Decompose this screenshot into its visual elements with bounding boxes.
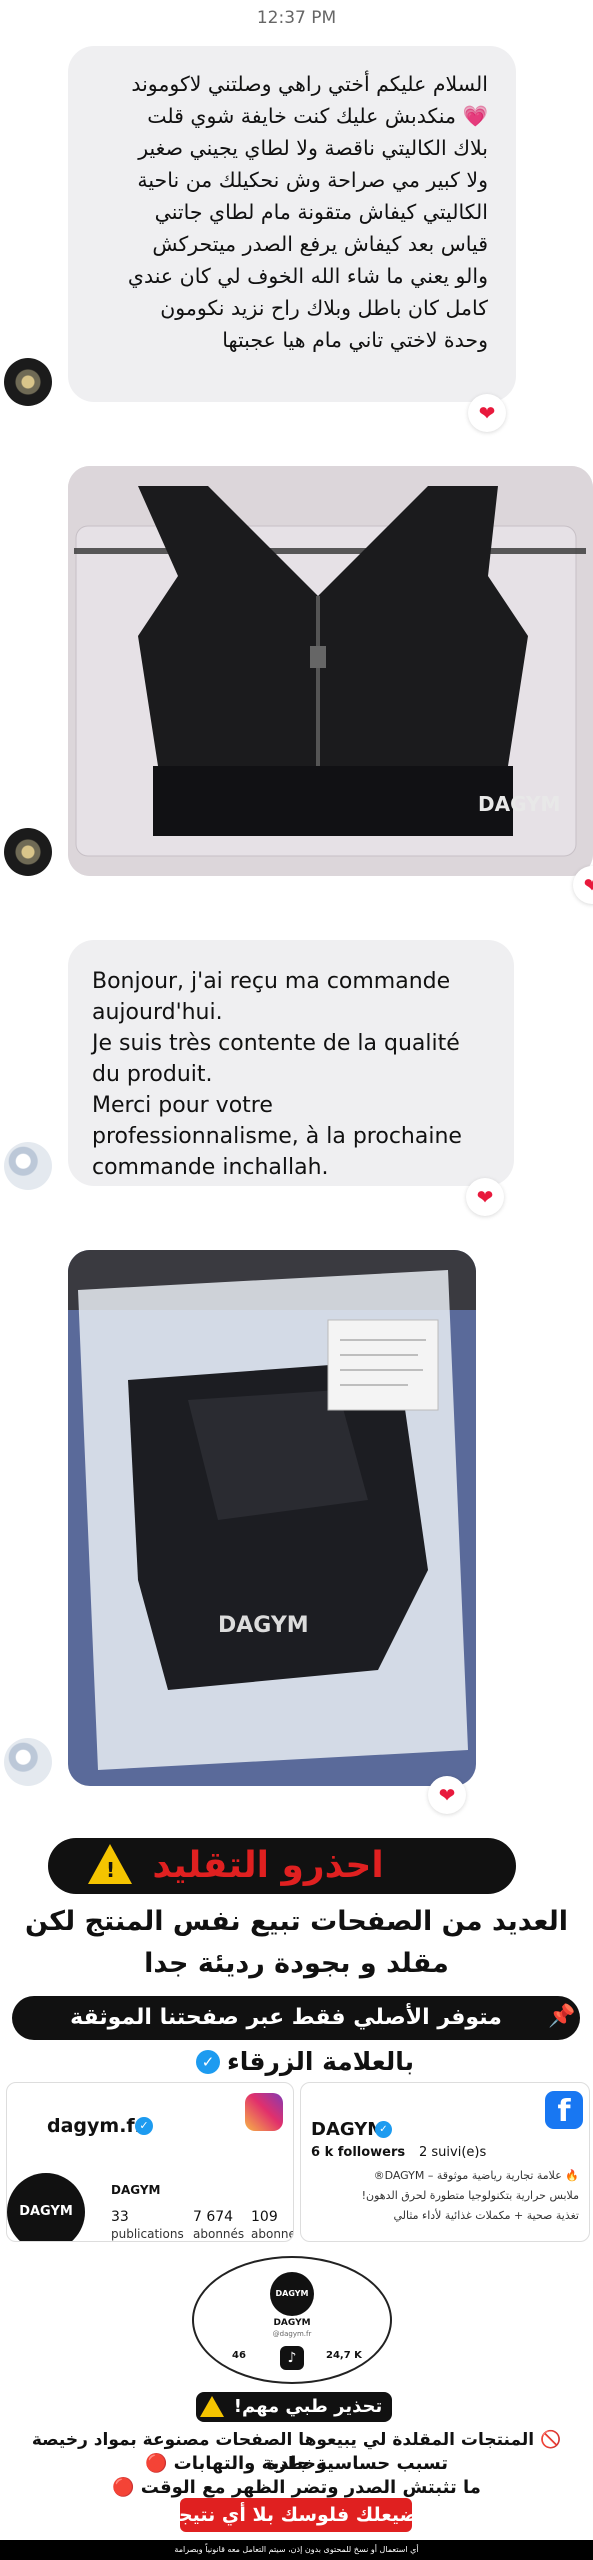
sender-avatar[interactable] [4,1142,52,1190]
facebook-bio-line: 🔥 علامة تجارية رياضية موثوقة – DAGYM® [373,2169,579,2182]
publications-label: publications [111,2227,184,2241]
verified-badge-icon: ✓ [196,2050,220,2074]
facebook-card[interactable]: f DAGYM ✓ 6 k followers 2 suivi(e)s 🔥 عل… [300,2082,590,2242]
warning-title: احذرو التقليد [152,1845,384,1886]
instagram-card[interactable]: dagym.fr ✓ DAGYM DAGYM 33 publications 7… [6,2082,294,2242]
message-line: Merci pour votre [92,1093,273,1118]
verified-badge-icon: ✓ [135,2117,153,2135]
heart-reaction[interactable]: ❤ [428,1776,466,1814]
copyright-footer: أي استعمال أو نسخ للمحتوى بدون إذن، سيتم… [0,2540,593,2560]
status-time: 12:37 PM [256,8,337,28]
facebook-bio-line: ملابس حرارية بتكنولوجيا متطورة لحرق الده… [361,2189,579,2202]
product-photo[interactable]: DAGYM [68,466,593,876]
instagram-handle: dagym.fr [47,2115,145,2137]
message-line: Bonjour, j'ai reçu ma commande [92,969,451,994]
product-photo[interactable]: DAGYM [68,1250,476,1786]
followers-label: abonnés [193,2227,245,2241]
message-text: Bonjour, j'ai reçu ma commande aujourd'h… [68,940,514,1183]
following-label: abonnements [251,2227,293,2241]
blue-badge-line: بالعلامة الزرقاء [226,2047,415,2076]
message-line: قياس بعد كيفاش يرفع الصدر ميتحركش [152,232,488,256]
message-line: 💗 منكدبش عليك كنت خايفة شوي قلت [147,104,488,128]
sender-avatar[interactable] [4,828,52,876]
message-bubble[interactable]: Bonjour, j'ai reçu ma commande aujourd'h… [68,940,514,1186]
message-line: Je suis très contente de la qualité [92,1031,460,1056]
tiktok-following: 46 [232,2350,246,2361]
warning-line-2: مقلد و بجودة رديئة جدا [144,1948,449,1979]
message-bubble[interactable]: السلام عليكم أختي راهي وصلتني لاكوموند 💗… [68,46,516,402]
message-line: ولا كبير مي صراحة وش نحكيلك من ناحية [137,168,488,192]
message-line: du produit. [92,1062,213,1087]
following-count: 109 [251,2209,278,2225]
verified-badge-icon: ✓ [375,2121,392,2138]
message-line: كامل كان باطل وبلاك راح نزيد نكومون [160,296,488,320]
instagram-avatar: DAGYM [7,2173,85,2241]
sender-avatar[interactable] [4,358,52,406]
facebook-bio-line: تغذية صحية + مكملات غذائية لأداء مثالي [393,2209,579,2222]
facebook-followers: 6 k followers [311,2145,406,2160]
sender-avatar[interactable] [4,1738,52,1786]
tiktok-name: DAGYM [273,2318,311,2328]
followers-count: 7 674 [193,2209,234,2225]
bra-image: DAGYM [68,466,593,876]
tiktok-icon: ♪ [280,2346,304,2370]
message-line: aujourd'hui. [92,1000,223,1025]
facebook-following: 2 suivi(e)s [419,2145,487,2160]
caution-line: تسبب حساسية جلدية والتهابات 🔴 [144,2453,449,2474]
facebook-icon: f [545,2091,583,2129]
heart-reaction[interactable]: ❤ [468,394,506,432]
brand-print: DAGYM [218,1613,309,1638]
warning-line-1: العديد من الصفحات تبيع نفس المنتج لكن [24,1906,569,1937]
message-line: بلاك الكاليتي ناقصة ولا لطاي يجيني صغير [138,136,488,160]
instagram-icon [245,2093,283,2131]
message-line: والو يعني ما شاء الله الخوف لي كان عندي [127,264,488,288]
message-line: commande inchallah. [92,1155,329,1180]
heart-reaction[interactable]: ❤ [466,1178,504,1216]
caution-line: تضيعلك فلوسك بلا أي نتيجة [167,2504,426,2526]
brand-print: DAGYM [478,792,560,816]
verified-banner: متوفر الأصلي فقط عبر صفحتنا الموثقة [70,2005,502,2030]
tiktok-handle: @dagym.fr [272,2330,312,2338]
message-line: وحدة لاختي تاني مام هيا عجبتها [222,328,488,352]
message-line: الكاليتي كيفاش متقونة مام لطاي جاتني [154,200,488,224]
message-line: السلام عليكم أختي راهي وصلتني لاكوموند [131,72,488,96]
caution-warning-icon [200,2396,224,2417]
caution-line: ما تثبتش الصدر وتضر الظهر مع الوقت 🔴 [112,2477,481,2498]
caution-label: تحذير طبي مهم! [233,2396,383,2417]
message-text: السلام عليكم أختي راهي وصلتني لاكوموند 💗… [68,46,516,356]
package-image: DAGYM [68,1250,476,1786]
tiktok-card[interactable]: DAGYM DAGYM @dagym.fr 46 ♪ 24,7 K [192,2256,392,2384]
tiktok-avatar: DAGYM [270,2272,314,2316]
tiktok-followers: 24,7 K [326,2350,362,2361]
publications-count: 33 [111,2209,129,2225]
message-line: professionnalisme, à la prochaine [92,1124,462,1149]
instagram-name: DAGYM [111,2183,161,2197]
